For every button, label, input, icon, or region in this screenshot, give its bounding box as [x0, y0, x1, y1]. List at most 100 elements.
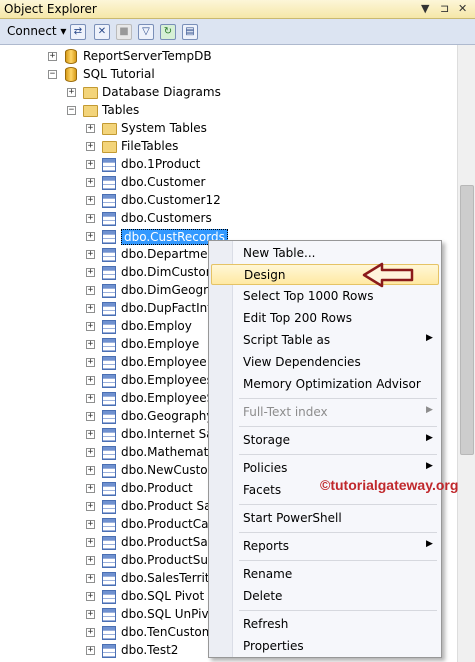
expand-icon[interactable]: +: [86, 646, 95, 655]
table-node[interactable]: + dbo.Customers: [0, 210, 457, 228]
expand-icon[interactable]: +: [86, 430, 95, 439]
table-icon: [102, 230, 116, 244]
expand-icon[interactable]: +: [48, 52, 57, 61]
node-label: dbo.TenCustom: [121, 625, 214, 639]
pin-icon[interactable]: ⊐: [440, 2, 449, 15]
expand-icon[interactable]: +: [86, 448, 95, 457]
expand-icon[interactable]: +: [86, 574, 95, 583]
expand-icon[interactable]: +: [86, 124, 95, 133]
menu-item-label: Facets: [243, 483, 282, 497]
menu-item-label: Start PowerShell: [243, 511, 342, 525]
menu-item-reports[interactable]: Reports ▶: [211, 536, 439, 557]
menu-item-label: Full-Text index: [243, 405, 328, 419]
close-icon[interactable]: ✕: [458, 2, 467, 15]
table-node[interactable]: + dbo.Customer12: [0, 192, 457, 210]
menu-item-new-table[interactable]: New Table...: [211, 243, 439, 264]
expand-icon[interactable]: +: [86, 412, 95, 421]
expand-icon[interactable]: +: [86, 322, 95, 331]
table-icon: [102, 464, 116, 478]
expand-icon[interactable]: +: [86, 502, 95, 511]
expand-icon[interactable]: +: [86, 610, 95, 619]
stop-icon[interactable]: ■: [116, 24, 132, 40]
expand-icon[interactable]: +: [86, 538, 95, 547]
collapse-icon[interactable]: −: [67, 106, 76, 115]
table-node[interactable]: + dbo.1Product: [0, 156, 457, 174]
expand-icon[interactable]: +: [86, 250, 95, 259]
watermark: ©tutorialgateway.org: [320, 477, 459, 493]
node-label: dbo.ProductSale: [121, 535, 219, 549]
menu-item-label: Refresh: [243, 617, 289, 631]
expand-icon[interactable]: +: [86, 178, 95, 187]
expand-icon[interactable]: +: [86, 484, 95, 493]
connect-button[interactable]: Connect ▾: [7, 24, 66, 38]
expand-icon[interactable]: +: [86, 232, 95, 241]
expand-icon[interactable]: +: [86, 520, 95, 529]
tree-node-tables[interactable]: − Tables: [0, 102, 457, 120]
node-label: dbo.ProductSub: [121, 553, 216, 567]
menu-item-edit-top[interactable]: Edit Top 200 Rows: [211, 308, 439, 329]
menu-separator: [239, 504, 437, 505]
refresh-icon[interactable]: ↻: [160, 24, 176, 40]
menu-item-properties[interactable]: Properties: [211, 636, 439, 657]
expand-icon[interactable]: +: [86, 214, 95, 223]
vertical-scrollbar[interactable]: [457, 45, 475, 662]
menu-item-memory-optimization[interactable]: Memory Optimization Advisor: [211, 374, 439, 395]
filter-icon[interactable]: ▽: [138, 24, 154, 40]
tree-node-database-diagrams[interactable]: + Database Diagrams: [0, 84, 457, 102]
menu-item-storage[interactable]: Storage ▶: [211, 430, 439, 451]
menu-separator: [239, 398, 437, 399]
menu-item-delete[interactable]: Delete: [211, 586, 439, 607]
menu-item-label: Policies: [243, 461, 288, 475]
menu-item-fulltext-index[interactable]: Full-Text index ▶: [211, 402, 439, 423]
table-icon: [102, 302, 116, 316]
tree-node-system-tables[interactable]: + System Tables: [0, 120, 457, 138]
table-icon: [102, 644, 116, 658]
expand-icon[interactable]: +: [86, 160, 95, 169]
tree-node-filetables[interactable]: + FileTables: [0, 138, 457, 156]
menu-item-label: Edit Top 200 Rows: [243, 311, 353, 325]
expand-icon[interactable]: +: [86, 196, 95, 205]
submenu-arrow-icon: ▶: [426, 433, 433, 443]
menu-item-start-powershell[interactable]: Start PowerShell: [211, 508, 439, 529]
disconnect-icon[interactable]: ✕: [94, 24, 110, 40]
table-icon: [102, 428, 116, 442]
expand-icon[interactable]: +: [86, 394, 95, 403]
expand-icon[interactable]: +: [86, 376, 95, 385]
menu-item-rename[interactable]: Rename: [211, 564, 439, 585]
tree-node-reportservertempdb[interactable]: + ReportServerTempDB: [0, 48, 457, 66]
connect-server-icon[interactable]: ⇄: [70, 24, 86, 40]
expand-icon[interactable]: +: [86, 268, 95, 277]
collapse-icon[interactable]: −: [48, 70, 57, 79]
context-menu: New Table... Design Select Top 1000 Rows…: [208, 240, 442, 658]
expand-icon[interactable]: +: [86, 466, 95, 475]
table-icon: [102, 554, 116, 568]
expand-icon[interactable]: +: [86, 592, 95, 601]
menu-item-view-dependencies[interactable]: View Dependencies: [211, 352, 439, 373]
menu-separator: [239, 560, 437, 561]
expand-icon[interactable]: +: [86, 340, 95, 349]
menu-item-policies[interactable]: Policies ▶: [211, 458, 439, 479]
folder-icon: [102, 141, 117, 153]
expand-icon[interactable]: +: [86, 142, 95, 151]
dropdown-icon[interactable]: ▼: [421, 2, 429, 15]
expand-icon[interactable]: +: [86, 358, 95, 367]
menu-item-refresh[interactable]: Refresh: [211, 614, 439, 635]
tree-node-sql-tutorial[interactable]: − SQL Tutorial: [0, 66, 457, 84]
menu-item-select-top[interactable]: Select Top 1000 Rows: [211, 286, 439, 307]
expand-icon[interactable]: +: [86, 556, 95, 565]
node-label: dbo.Customer12: [121, 193, 221, 207]
expand-icon[interactable]: +: [86, 628, 95, 637]
expand-icon[interactable]: +: [67, 88, 76, 97]
node-label: FileTables: [121, 139, 179, 153]
menu-item-script-table[interactable]: Script Table as ▶: [211, 330, 439, 351]
menu-separator: [239, 426, 437, 427]
scroll-thumb[interactable]: [460, 185, 474, 455]
activity-monitor-icon[interactable]: ▤: [182, 24, 198, 40]
table-node[interactable]: + dbo.Customer: [0, 174, 457, 192]
expand-icon[interactable]: +: [86, 286, 95, 295]
node-label: System Tables: [121, 121, 207, 135]
expand-icon[interactable]: +: [86, 304, 95, 313]
node-label: dbo.SQL Pivot S: [121, 589, 216, 603]
menu-separator: [239, 532, 437, 533]
table-icon: [102, 176, 116, 190]
